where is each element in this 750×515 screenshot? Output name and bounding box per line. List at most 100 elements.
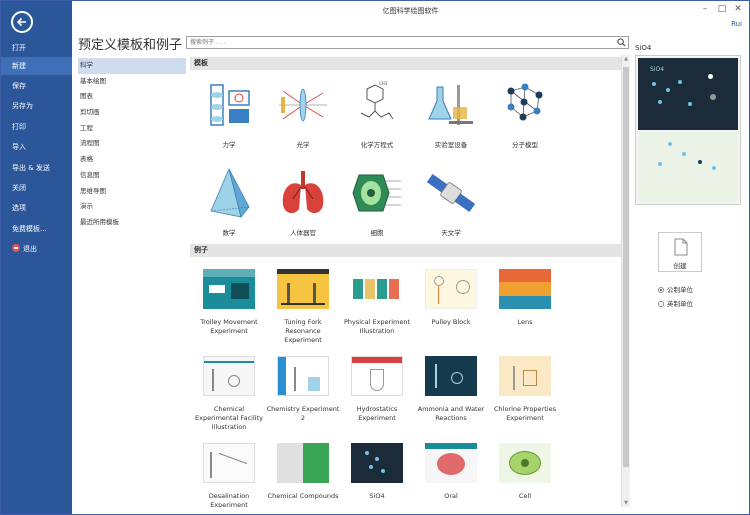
sidebar-item-exit[interactable]: 退出: [1, 240, 72, 258]
template-cell[interactable]: 细胞: [340, 165, 414, 237]
category-basic-drawing[interactable]: 基本绘图: [78, 74, 186, 90]
example-thumbnail: [351, 269, 403, 309]
template-label: 分子模型: [512, 141, 538, 149]
example-label: Ammonia and Water Reactions: [417, 405, 485, 422]
sidebar-item-print[interactable]: 打印: [1, 118, 72, 136]
minimize-icon[interactable]: –: [697, 2, 713, 16]
example-thumbnail: [277, 269, 329, 309]
example-thumbnail: [499, 443, 551, 483]
category-recent-templates[interactable]: 最近所用模板: [78, 215, 186, 231]
title-bar: 亿图科学绘图软件 – □ ✕: [72, 0, 749, 20]
chemical-equation-icon: CH3: [360, 81, 394, 120]
example-thumbnail: [277, 356, 329, 396]
mechanics-icon: [210, 84, 250, 126]
scroll-up-icon[interactable]: ▲: [622, 55, 630, 63]
example-lens[interactable]: Lens: [488, 269, 562, 327]
sidebar-item-options[interactable]: 选项: [1, 199, 72, 217]
template-label: 光学: [296, 141, 310, 149]
example-thumbnail: [499, 269, 551, 309]
sidebar-item-save[interactable]: 保存: [1, 77, 72, 95]
scrollbar-thumb[interactable]: [623, 67, 629, 467]
category-clipart[interactable]: 剪切画: [78, 105, 186, 121]
template-label: 化学方程式: [360, 141, 394, 149]
template-optics[interactable]: 光学: [266, 77, 340, 149]
category-flowchart[interactable]: 流程图: [78, 136, 186, 152]
example-oral[interactable]: Oral: [414, 443, 488, 501]
example-cell[interactable]: Cell: [488, 443, 562, 501]
template-label: 天文学: [441, 229, 461, 237]
user-account-link[interactable]: Rui: [731, 20, 742, 28]
sidebar-item-close[interactable]: 关闭: [1, 179, 72, 197]
example-label: SiO4: [369, 492, 385, 500]
imperial-units-radio[interactable]: 英制单位: [658, 298, 693, 308]
molecular-model-icon: [507, 83, 543, 121]
example-thumbnail: [425, 356, 477, 396]
back-button[interactable]: [11, 11, 33, 33]
sidebar-item-import[interactable]: 导入: [1, 138, 72, 156]
template-astronomy[interactable]: 天文学: [414, 165, 488, 237]
example-pulley-block[interactable]: Pulley Block: [414, 269, 488, 327]
maximize-icon[interactable]: □: [714, 2, 730, 16]
sidebar-item-save-as[interactable]: 另存为: [1, 97, 72, 115]
category-list: 科学 基本绘图 图表 剪切画 工程 流程图 表格 信息图 思维导图 演示 最近所…: [78, 58, 186, 231]
new-document-icon: [674, 238, 688, 256]
sidebar-item-open[interactable]: 打开: [1, 39, 72, 57]
preview-thumb-label: SiO4: [650, 66, 665, 73]
preview-top-panel: SiO4: [638, 58, 738, 130]
example-chlorine-properties[interactable]: Chlorine Properties Experiment: [488, 356, 562, 423]
cell-icon: [352, 174, 401, 212]
example-label: Trolley Movement Experiment: [200, 318, 258, 335]
radio-selected-icon: [658, 287, 664, 293]
example-physical-experiment[interactable]: Physical Experiment Illustration: [340, 269, 414, 336]
example-tuning-fork[interactable]: Tuning Fork Resonance Experiment: [266, 269, 340, 345]
template-label: 人体器官: [290, 229, 316, 237]
template-mechanics[interactable]: 力学: [192, 77, 266, 149]
imperial-units-label: 英制单位: [667, 300, 693, 308]
example-label: Lens: [517, 318, 533, 326]
search-icon[interactable]: [617, 38, 626, 47]
template-lab-equipment[interactable]: 实验室设备: [414, 77, 488, 149]
template-molecular-model[interactable]: 分子模型: [488, 77, 562, 149]
example-desalination[interactable]: Desalination Experiment: [192, 443, 266, 507]
template-chemical-equation[interactable]: CH3 化学方程式: [340, 77, 414, 149]
template-human-organs[interactable]: 人体器官: [266, 165, 340, 237]
category-table[interactable]: 表格: [78, 152, 186, 168]
scroll-down-icon[interactable]: ▼: [622, 499, 630, 507]
example-chemical-facility[interactable]: Chemical Experimental Facility Illustrat…: [192, 356, 266, 432]
preview-thumbnail: SiO4: [635, 55, 741, 205]
sidebar-item-new[interactable]: 新建: [1, 57, 72, 75]
close-icon[interactable]: ✕: [730, 2, 746, 16]
example-sio4[interactable]: SiO4: [340, 443, 414, 501]
example-hydrostatics[interactable]: Hydrostatics Experiment: [340, 356, 414, 423]
sidebar-item-export-send[interactable]: 导出 & 发送: [1, 159, 72, 177]
example-thumbnail: [203, 443, 255, 483]
template-math[interactable]: 数学: [192, 165, 266, 237]
math-pyramid-icon: [210, 167, 250, 218]
example-trolley-movement[interactable]: Trolley Movement Experiment: [192, 269, 266, 336]
example-chemistry-2[interactable]: Chemistry Experiment 2: [266, 356, 340, 423]
category-engineering[interactable]: 工程: [78, 121, 186, 137]
category-charts[interactable]: 图表: [78, 89, 186, 105]
template-label: 细胞: [370, 229, 384, 237]
sidebar-item-free-templates[interactable]: 免费模板...: [1, 220, 72, 238]
example-label: Oral: [444, 492, 458, 500]
example-ammonia-water[interactable]: Ammonia and Water Reactions: [414, 356, 488, 423]
create-button[interactable]: 创建: [658, 232, 702, 272]
gallery-scrollbar[interactable]: ▲ ▼: [621, 55, 630, 507]
category-infographic[interactable]: 信息图: [78, 168, 186, 184]
examples-section-header: 例子: [190, 244, 621, 257]
category-mindmap[interactable]: 思维导图: [78, 184, 186, 200]
metric-units-radio[interactable]: 公制单位: [658, 284, 693, 294]
example-label: Chlorine Properties Experiment: [494, 405, 556, 422]
category-science[interactable]: 科学: [78, 58, 186, 74]
example-label: Desalination Experiment: [208, 492, 250, 507]
optics-icon: [279, 88, 327, 122]
example-chemical-compounds[interactable]: Chemical Compounds: [266, 443, 340, 501]
lungs-icon: [282, 171, 324, 214]
example-thumbnail: [351, 443, 403, 483]
create-button-label: 创建: [673, 262, 687, 270]
search-input[interactable]: [187, 37, 607, 48]
lab-equipment-icon: [428, 85, 473, 125]
example-label: Tuning Fork Resonance Experiment: [284, 318, 322, 344]
category-presentation[interactable]: 演示: [78, 199, 186, 215]
